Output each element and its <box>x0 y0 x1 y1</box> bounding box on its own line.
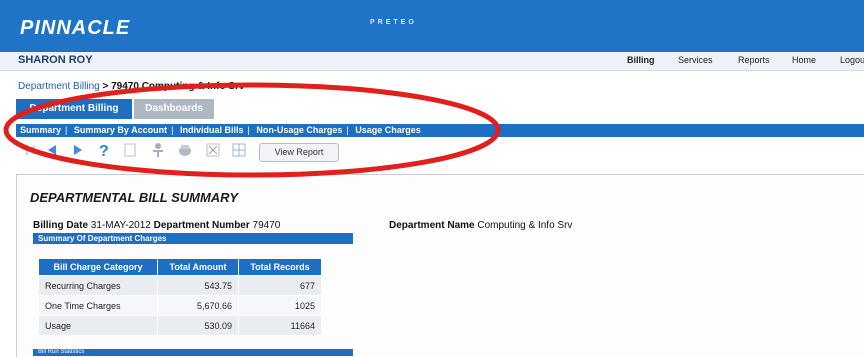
department-number-value: 79470 <box>252 220 281 231</box>
column-header: Total Records <box>238 258 322 276</box>
nav-services[interactable]: Services <box>678 55 713 65</box>
column-header: Bill Charge Category <box>38 258 158 276</box>
nav-reports[interactable]: Reports <box>738 55 770 65</box>
column-header: Total Amount <box>157 258 239 276</box>
charges-table: Bill Charge Category Total Amount Total … <box>38 258 322 336</box>
table-cell: 677 <box>238 275 322 296</box>
brand-logo: PINNACLE <box>20 17 131 39</box>
billing-date-value: 31-MAY-2012 <box>90 220 151 231</box>
table-header-row: Bill Charge Category Total Amount Total … <box>38 258 322 276</box>
run-stats-section-header: Bill Run Statistics <box>33 349 353 356</box>
highlight-oval-annotation <box>3 82 501 178</box>
billing-date-label: Billing Date <box>33 220 89 231</box>
table-row: Usage 530.09 11664 <box>38 315 322 336</box>
product-name: PRETEO <box>370 19 417 26</box>
table-cell: One Time Charges <box>38 295 158 316</box>
nav-logout[interactable]: Logout <box>840 55 864 65</box>
table-cell: 5,670.66 <box>157 295 239 316</box>
report-title: DEPARTMENTAL BILL SUMMARY <box>30 190 239 205</box>
nav-billing[interactable]: Billing <box>627 55 655 65</box>
user-name: SHARON ROY <box>18 54 93 66</box>
table-row: One Time Charges 5,670.66 1025 <box>38 295 322 316</box>
user-bar <box>0 52 864 71</box>
department-name-value: Computing & Info Srv <box>477 220 573 231</box>
table-cell: 530.09 <box>157 315 239 336</box>
department-name-line: Department Name Computing & Info Srv <box>389 220 572 231</box>
table-cell: Usage <box>38 315 158 336</box>
table-row: Recurring Charges 543.75 677 <box>38 275 322 296</box>
department-number-label: Department Number <box>153 220 250 231</box>
table-cell: Recurring Charges <box>38 275 158 296</box>
nav-home[interactable]: Home <box>792 55 816 65</box>
department-name-label: Department Name <box>389 220 475 231</box>
table-cell: 1025 <box>238 295 322 316</box>
table-cell: 11664 <box>238 315 322 336</box>
table-cell: 543.75 <box>157 275 239 296</box>
summary-section-header: Summary Of Department Charges <box>33 233 353 244</box>
billing-info-line: Billing Date 31-MAY-2012 Department Numb… <box>33 220 280 231</box>
